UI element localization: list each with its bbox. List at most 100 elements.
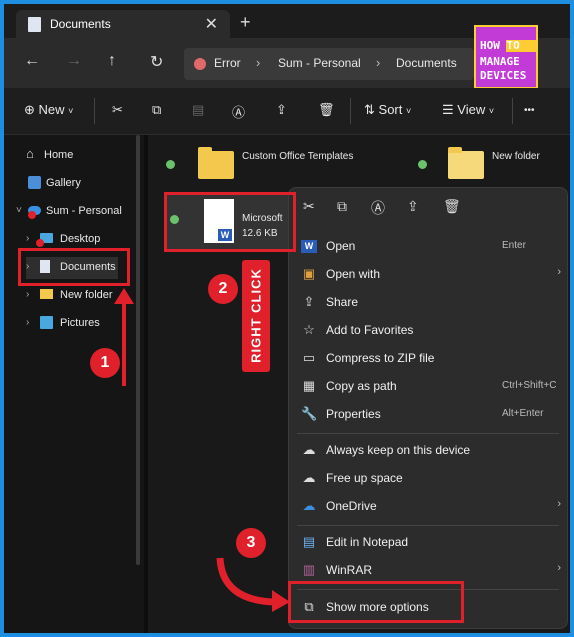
gallery-icon bbox=[28, 176, 41, 189]
new-tab-button[interactable]: + bbox=[240, 12, 251, 33]
context-menu: ✂ ⧉ Ⓐ ⇪ 🗑 W Open Enter ▣ Open with › ⇪ S… bbox=[288, 187, 568, 629]
menu-item-onedrive[interactable]: ☁ OneDrive › bbox=[289, 493, 567, 519]
breadcrumb-sum-personal[interactable]: Sum - Personal bbox=[278, 56, 361, 70]
open-with-icon: ▣ bbox=[302, 266, 316, 281]
menu-item-free-up-space[interactable]: ☁ Free up space bbox=[289, 465, 567, 491]
new-button[interactable]: ⊕ New ˅ bbox=[24, 102, 73, 118]
command-bar: ⊕ New ˅ ✂ ⧉ ▤ Ⓐ ⇪ 🗑 ⇅ Sort ˅ ☰ View ˅ ••… bbox=[4, 88, 570, 135]
chevron-down-icon: ˅ bbox=[68, 106, 74, 116]
address-bar[interactable]: Error › Sum - Personal › Documents bbox=[184, 48, 474, 80]
menu-item-label: Edit in Notepad bbox=[326, 535, 409, 549]
paste-icon[interactable]: ▤ bbox=[192, 102, 204, 118]
menu-item-copy-as-path[interactable]: ▦ Copy as path Ctrl+Shift+C bbox=[289, 373, 567, 399]
view-button[interactable]: ☰ View ˅ bbox=[442, 102, 494, 118]
breadcrumb-documents[interactable]: Documents bbox=[396, 56, 457, 70]
tab-documents[interactable]: Documents ✕ bbox=[16, 10, 230, 38]
copy-icon[interactable]: ⧉ bbox=[152, 102, 161, 118]
cut-icon[interactable]: ✂ bbox=[112, 102, 123, 118]
toolbar-divider bbox=[94, 98, 95, 124]
cut-icon[interactable]: ✂ bbox=[303, 198, 315, 215]
menu-item-edit-in-notepad[interactable]: ▤ Edit in Notepad bbox=[289, 529, 567, 555]
up-button[interactable]: ↑ bbox=[108, 52, 116, 70]
menu-divider bbox=[297, 433, 559, 434]
zip-icon: ▭ bbox=[302, 350, 316, 365]
delete-icon[interactable]: 🗑 bbox=[318, 102, 335, 118]
rename-icon[interactable]: Ⓐ bbox=[371, 198, 385, 218]
highlight-show-more-options bbox=[288, 581, 464, 623]
logo-line-1: HOW TO bbox=[480, 39, 520, 52]
pictures-icon bbox=[40, 316, 53, 329]
menu-divider bbox=[297, 525, 559, 526]
right-click-label: RIGHT CLICK bbox=[242, 260, 270, 372]
breadcrumb-separator: › bbox=[376, 55, 381, 70]
sidebar-item-label: Sum - Personal bbox=[46, 205, 122, 217]
menu-item-always-keep[interactable]: ☁ Always keep on this device bbox=[289, 437, 567, 463]
star-icon: ☆ bbox=[303, 322, 315, 337]
plus-circle-icon: ⊕ bbox=[24, 102, 35, 117]
sidebar-scrollbar[interactable] bbox=[136, 135, 140, 565]
breadcrumb-error[interactable]: Error bbox=[214, 56, 241, 70]
documents-icon bbox=[28, 17, 41, 32]
menu-item-shortcut: Alt+Enter bbox=[502, 408, 544, 419]
folder-icon bbox=[40, 289, 53, 299]
refresh-button[interactable]: ↻ bbox=[150, 52, 163, 72]
back-button[interactable]: ← bbox=[24, 52, 40, 70]
winrar-icon: ▥ bbox=[302, 562, 316, 577]
folder-name[interactable]: New folder bbox=[492, 151, 540, 162]
see-more-button[interactable]: ••• bbox=[524, 105, 535, 116]
breadcrumb-separator: › bbox=[256, 55, 261, 70]
view-label: View bbox=[457, 102, 486, 117]
chevron-down-icon: ˅ bbox=[488, 106, 495, 116]
chevron-down-icon: ˅ bbox=[16, 205, 22, 216]
chevron-down-icon: ˅ bbox=[406, 106, 412, 116]
menu-item-open-with[interactable]: ▣ Open with › bbox=[289, 261, 567, 287]
chevron-right-icon: › bbox=[26, 317, 30, 328]
menu-item-open[interactable]: W Open Enter bbox=[289, 233, 567, 259]
home-icon: ⌂ bbox=[26, 146, 34, 161]
chevron-right-icon: › bbox=[26, 233, 30, 244]
highlight-documents bbox=[18, 248, 130, 286]
menu-item-label: OneDrive bbox=[326, 499, 377, 513]
step-badge-2: 2 bbox=[208, 274, 238, 304]
share-icon: ⇪ bbox=[303, 294, 315, 309]
menu-item-compress-zip[interactable]: ▭ Compress to ZIP file bbox=[289, 345, 567, 371]
menu-item-label: WinRAR bbox=[326, 563, 373, 577]
context-menu-quick-actions: ✂ ⧉ Ⓐ ⇪ 🗑 bbox=[289, 188, 567, 224]
cloud-icon: ☁ bbox=[302, 470, 316, 485]
share-icon[interactable]: ⇪ bbox=[276, 102, 287, 118]
tab-title: Documents bbox=[50, 17, 111, 31]
menu-item-shortcut: Ctrl+Shift+C bbox=[502, 380, 557, 391]
menu-item-winrar[interactable]: ▥ WinRAR › bbox=[289, 557, 567, 583]
menu-item-label: Open bbox=[326, 239, 356, 253]
close-tab-icon[interactable]: ✕ bbox=[205, 14, 218, 34]
notepad-icon: ▤ bbox=[302, 534, 316, 549]
toolbar-divider bbox=[512, 98, 513, 124]
share-icon[interactable]: ⇪ bbox=[407, 198, 419, 215]
sort-button[interactable]: ⇅ Sort ˅ bbox=[364, 102, 411, 118]
delete-icon[interactable]: 🗑 bbox=[443, 198, 461, 215]
folder-icon[interactable] bbox=[198, 147, 234, 179]
onedrive-icon: ☁ bbox=[302, 498, 316, 513]
chevron-right-icon: › bbox=[557, 498, 561, 510]
step-badge-1: 1 bbox=[90, 348, 120, 378]
folder-name[interactable]: Custom Office Templates bbox=[242, 151, 353, 162]
menu-item-share[interactable]: ⇪ Share bbox=[289, 289, 567, 315]
wrench-icon: 🔧 bbox=[301, 406, 318, 421]
rename-icon[interactable]: Ⓐ bbox=[232, 102, 245, 121]
folder-icon[interactable] bbox=[448, 147, 484, 179]
menu-item-properties[interactable]: 🔧 Properties Alt+Enter bbox=[289, 401, 567, 427]
forward-button[interactable]: → bbox=[66, 52, 82, 70]
sort-icon: ⇅ bbox=[364, 102, 375, 117]
menu-item-label: Compress to ZIP file bbox=[326, 351, 435, 365]
copy-icon[interactable]: ⧉ bbox=[337, 198, 347, 215]
sidebar-item-label: Home bbox=[44, 149, 74, 161]
word-icon: W bbox=[301, 240, 317, 253]
chevron-right-icon: › bbox=[557, 266, 561, 278]
menu-item-add-to-favorites[interactable]: ☆ Add to Favorites bbox=[289, 317, 567, 343]
error-badge-icon bbox=[28, 211, 36, 219]
menu-item-label: Always keep on this device bbox=[326, 443, 471, 457]
chevron-right-icon: › bbox=[557, 562, 561, 574]
logo-line-2: MANAGE bbox=[480, 55, 520, 68]
chevron-right-icon: › bbox=[26, 289, 30, 300]
toolbar-divider bbox=[350, 98, 351, 124]
